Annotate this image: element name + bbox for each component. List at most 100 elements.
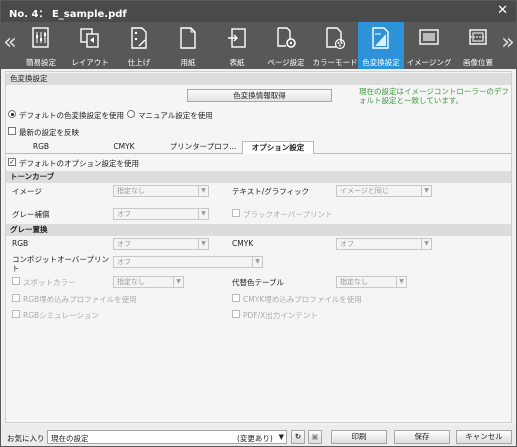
- section-title: 色変換設定: [6, 73, 511, 85]
- tab-image-position[interactable]: 画像位置: [455, 22, 501, 69]
- save-favorite-icon[interactable]: ▣: [308, 430, 322, 444]
- paper-icon: [180, 27, 196, 49]
- chevron-down-icon: ▼: [198, 186, 208, 196]
- select-value: 指定なし: [117, 187, 145, 195]
- black-overprint-label: ブラックオーバープリント: [243, 210, 333, 219]
- subtab-bar: RGB CMYK プリンタープロフ... オプション設定: [6, 141, 511, 154]
- subtab-rgb[interactable]: RGB: [11, 141, 71, 153]
- refresh-icon[interactable]: ↻: [291, 430, 305, 444]
- rgb-label: RGB: [12, 239, 29, 248]
- save-button[interactable]: 保存: [394, 430, 450, 444]
- composite-overprint-label: コンポジットオーバープリント: [12, 255, 109, 273]
- ribbon-next-icon[interactable]: »: [501, 30, 515, 58]
- pdfx-intent-label: PDF/X出力インテント: [243, 311, 318, 320]
- text-graphic-select[interactable]: イメージと同じ ▼: [336, 185, 432, 197]
- cmyk-embed-checkbox[interactable]: [232, 294, 240, 302]
- composite-overprint-select[interactable]: オフ ▼: [113, 256, 263, 268]
- tab-label: レイアウト: [71, 58, 109, 67]
- favorites-value: 現在の設定: [51, 434, 89, 443]
- gray-comp-label: グレー補償: [12, 210, 50, 219]
- print-button[interactable]: 印刷: [331, 430, 387, 444]
- ribbon-toolbar: « 簡易設定 レイアウト 仕上げ 用紙 表紙 ページ設定 カラーモード 色変換設…: [1, 22, 516, 69]
- quick-settings-icon: [32, 27, 49, 48]
- rgb-simulation-checkbox[interactable]: [12, 310, 20, 318]
- image-position-icon: [469, 29, 487, 45]
- tab-label: 簡易設定: [26, 58, 56, 67]
- chevron-down-icon: ▼: [396, 277, 406, 287]
- gray-replace-cmyk-select[interactable]: オフ ▼: [336, 238, 432, 250]
- reflect-latest-checkbox[interactable]: [8, 127, 16, 135]
- subtab-cmyk[interactable]: CMYK: [94, 141, 154, 153]
- rgb-embed-label: RGB埋め込みプロファイルを使用: [23, 295, 137, 304]
- ribbon-prev-icon[interactable]: «: [3, 30, 17, 58]
- gray-replace-rgb-select[interactable]: オフ ▼: [113, 238, 209, 250]
- use-default-option-checkbox[interactable]: ✓: [8, 158, 16, 166]
- tab-paper[interactable]: 用紙: [165, 22, 211, 69]
- select-value: オフ: [117, 258, 131, 266]
- cover-icon: [228, 28, 246, 48]
- tab-layout[interactable]: レイアウト: [67, 22, 113, 69]
- finishing-icon: [131, 27, 147, 49]
- subtab-option-settings[interactable]: オプション設定: [242, 141, 314, 154]
- chevron-down-icon: ▼: [173, 277, 183, 287]
- tab-color-conversion[interactable]: 色変換設定: [358, 22, 404, 69]
- spot-color-select[interactable]: 指定なし ▼: [113, 276, 184, 288]
- select-value: オフ: [340, 240, 354, 248]
- default-color-radio[interactable]: [8, 110, 16, 118]
- favorites-select[interactable]: 現在の設定 (変更あり) ▼: [47, 430, 287, 444]
- color-conversion-panel: 色変換設定 色変換情報取得 現在の設定はイメージコントローラーのデフォルト設定と…: [5, 71, 512, 423]
- tab-cover[interactable]: 表紙: [214, 22, 260, 69]
- tab-imaging[interactable]: イメージング: [406, 22, 452, 69]
- cmyk-embed-label: CMYK埋め込みプロファイルを使用: [243, 295, 362, 304]
- spot-color-checkbox[interactable]: [12, 277, 20, 285]
- page-setting-icon: [277, 27, 296, 48]
- select-value: 指定なし: [340, 278, 368, 286]
- chevron-down-icon: ▼: [421, 186, 431, 196]
- subtab-printer-profile[interactable]: プリンタープロフ...: [164, 141, 242, 153]
- alt-color-table-select[interactable]: 指定なし ▼: [336, 276, 407, 288]
- status-note: 現在の設定はイメージコントローラーのデフォルト設定と一致しています。: [359, 87, 509, 105]
- rgb-embed-checkbox[interactable]: [12, 294, 20, 302]
- tab-finishing[interactable]: 仕上げ: [116, 22, 162, 69]
- get-color-info-button[interactable]: 色変換情報取得: [187, 89, 332, 102]
- cancel-button[interactable]: キャンセル: [456, 430, 512, 444]
- tab-quick-settings[interactable]: 簡易設定: [18, 22, 64, 69]
- tab-label: 用紙: [180, 58, 196, 67]
- select-value: 指定なし: [117, 278, 145, 286]
- tab-page-setting[interactable]: ページ設定: [263, 22, 309, 69]
- manual-color-label: マニュアル設定を使用: [138, 111, 213, 120]
- manual-color-radio[interactable]: [127, 110, 135, 118]
- footer-bar: お気に入り 現在の設定 (変更あり) ▼ ↻ ▣ 印刷 保存 キャンセル: [1, 425, 516, 446]
- black-overprint-checkbox[interactable]: [232, 209, 240, 217]
- alt-color-table-label: 代替色テーブル: [232, 278, 285, 287]
- chevron-down-icon: ▼: [252, 257, 262, 267]
- spot-color-label: スポットカラー: [23, 278, 76, 287]
- tab-label: ページ設定: [267, 58, 305, 67]
- text-graphic-label: テキスト/グラフィック: [232, 187, 310, 196]
- tab-color-mode[interactable]: カラーモード: [312, 22, 358, 69]
- close-icon[interactable]: ✕: [497, 3, 508, 18]
- reflect-latest-label: 最新の設定を反映: [19, 128, 79, 137]
- select-value: オフ: [117, 210, 131, 218]
- tab-label: 表紙: [229, 58, 245, 67]
- chevron-down-icon: ▼: [278, 433, 284, 441]
- image-tone-select[interactable]: 指定なし ▼: [113, 185, 209, 197]
- tone-curve-header: トーンカーブ: [6, 171, 511, 183]
- cmyk-label: CMYK: [232, 239, 254, 248]
- default-color-label: デフォルトの色変換設定を使用: [19, 111, 124, 120]
- color-conversion-icon: [372, 27, 389, 49]
- window-title: No. 4： E_sample.pdf: [9, 9, 127, 20]
- chevron-down-icon: ▼: [421, 239, 431, 249]
- select-value: イメージと同じ: [340, 187, 389, 195]
- pdfx-intent-checkbox[interactable]: [232, 310, 240, 318]
- color-mode-icon: [326, 27, 346, 50]
- chevron-down-icon: ▼: [198, 239, 208, 249]
- dialog-window: No. 4： E_sample.pdf ✕ « 簡易設定 レイアウト 仕上げ 用…: [0, 0, 517, 447]
- title-bar: No. 4： E_sample.pdf ✕: [1, 1, 516, 22]
- favorites-changed: (変更あり): [237, 434, 273, 443]
- tab-label: イメージング: [406, 58, 452, 67]
- rgb-simulation-label: RGBシミュレーション: [23, 311, 99, 320]
- gray-comp-select[interactable]: オフ ▼: [113, 208, 209, 220]
- select-value: オフ: [117, 240, 131, 248]
- favorites-label: お気に入り: [7, 434, 45, 443]
